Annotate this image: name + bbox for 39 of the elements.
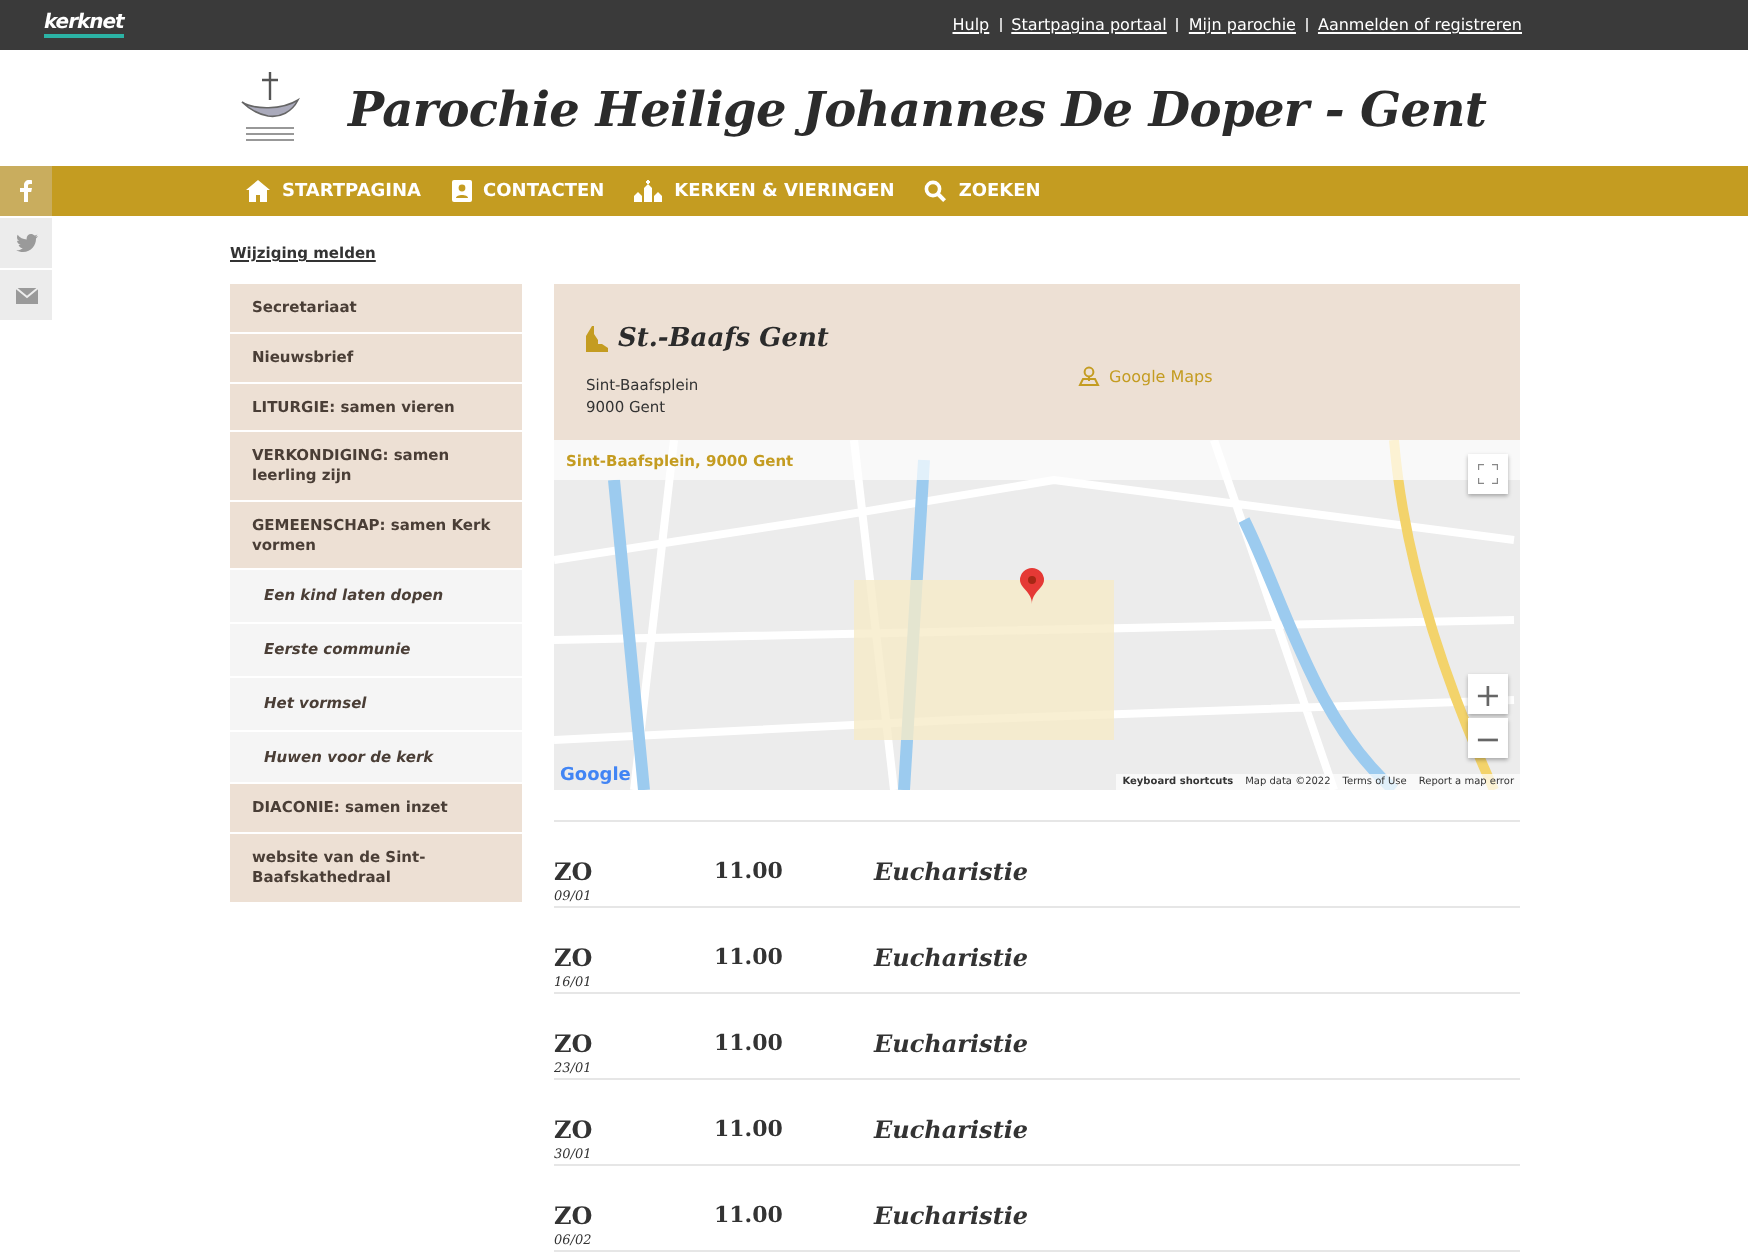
service-title: Eucharistie: [874, 944, 1031, 976]
home-icon: [246, 180, 270, 202]
topbar-link[interactable]: Startpagina portaal: [1011, 16, 1167, 34]
service-time: 11.00: [714, 944, 785, 974]
service-day: ZO: [554, 1116, 714, 1144]
service-time: 11.00: [714, 858, 785, 888]
bird-icon: [15, 234, 37, 252]
service-title: Eucharistie: [874, 1116, 1031, 1148]
churches-icon: [634, 180, 663, 202]
service-time: 11.00: [714, 1202, 785, 1232]
service-day: ZO: [554, 1202, 714, 1230]
facebook-icon: [20, 180, 32, 202]
service-day: ZO: [554, 944, 714, 972]
fullscreen-button[interactable]: [1468, 454, 1508, 494]
search-icon: [924, 180, 947, 202]
map-marker-icon[interactable]: [1020, 568, 1044, 604]
zoom-in-button[interactable]: +: [1468, 674, 1508, 714]
fullscreen-icon: [1478, 464, 1498, 484]
topbar-link[interactable]: Mijn parochie: [1188, 16, 1296, 34]
service-title: Eucharistie: [874, 1202, 1031, 1234]
kerknet-logo[interactable]: kerknet: [44, 12, 124, 38]
service-title: Eucharistie: [874, 1030, 1031, 1062]
zoom-out-button[interactable]: −: [1468, 718, 1508, 758]
facebook-button[interactable]: [0, 166, 52, 216]
church-icon: [586, 325, 608, 351]
twitter-button[interactable]: [0, 218, 52, 268]
envelope-icon: [15, 287, 37, 303]
service-title: Eucharistie: [874, 858, 1031, 890]
mail-button[interactable]: [0, 270, 52, 320]
map-pin-icon: [1077, 366, 1099, 386]
site-title: Parochie Heilige Johannes De Doper - Gent: [348, 79, 1487, 137]
service-day: ZO: [554, 858, 714, 886]
church-name: St.-Baafs Gent: [618, 323, 829, 353]
topbar-link[interactable]: Aanmelden of registreren: [1317, 16, 1522, 34]
topbar-link[interactable]: Hulp: [952, 16, 990, 34]
contact-icon: [451, 180, 472, 202]
service-time: 11.00: [714, 1030, 785, 1060]
service-day: ZO: [554, 1030, 714, 1058]
service-time: 11.00: [714, 1116, 785, 1146]
